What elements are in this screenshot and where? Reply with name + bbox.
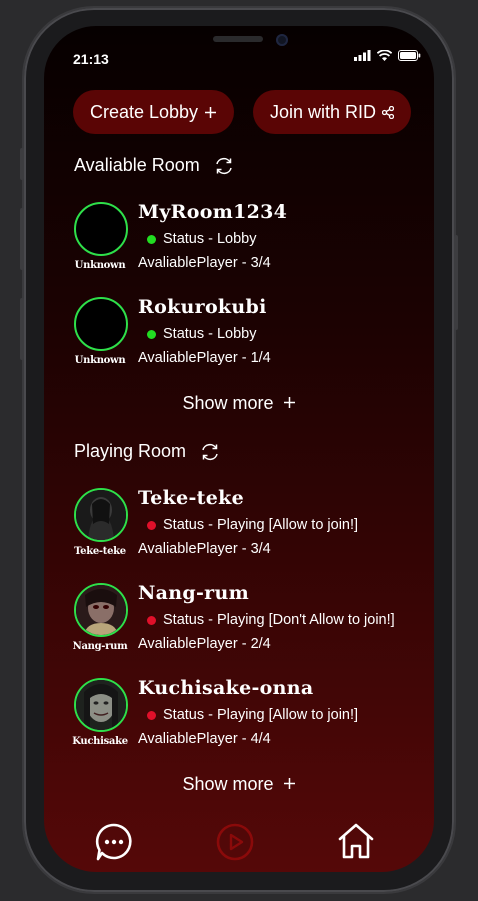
share-icon [382,105,395,119]
avatar-caption: Kuchisake [72,736,128,747]
kuchisake-avatar [74,678,128,732]
playing-status-dot [147,615,156,625]
room-card[interactable]: Nang-rum Nang-rum Status - Playing [Don'… [73,582,443,663]
front-camera [276,34,288,46]
status-icons [354,50,421,61]
room-avatar [74,202,128,256]
refresh-icon[interactable] [214,157,234,175]
playing-room-heading: Playing Room [74,441,220,462]
room-status-text: Status - Playing [Allow to join!] [163,517,359,533]
room-name: Teke-teke [138,487,245,509]
ghost-portrait [76,490,126,540]
room-card[interactable]: Teke-teke Teke-teke Status - Playing [Al… [73,487,443,568]
room-card[interactable]: Unknown MyRoom1234 Status - Lobby Avalia… [73,201,443,282]
teke-teke-avatar [74,488,128,542]
avatar-caption: Teke-teke [74,546,126,557]
room-status: Status - Playing [Don't Allow to join!] [147,612,395,628]
room-name: MyRoom1234 [138,201,288,223]
room-players: AvaliablePlayer - 1/4 [138,350,271,366]
show-more-label: Show more [182,393,274,413]
room-status: Status - Lobby [147,326,257,342]
speaker-grille [213,36,263,42]
wifi-icon [377,50,392,61]
home-icon[interactable] [336,821,376,861]
ghost-portrait [76,585,126,635]
room-status-text: Status - Playing [Don't Allow to join!] [163,612,395,628]
room-status: Status - Playing [Allow to join!] [147,707,358,723]
available-room-title: Avaliable Room [74,155,200,175]
avatar-caption: Unknown [74,260,126,271]
power-button [454,235,458,330]
volume-up-button [20,208,24,270]
room-players: AvaliablePlayer - 4/4 [138,731,271,747]
room-status-text: Status - Playing [Allow to join!] [163,707,359,723]
available-show-more-button[interactable]: Show more [0,393,478,414]
refresh-icon[interactable] [200,443,220,461]
room-status-text: Status - Lobby [163,231,257,247]
room-name: Kuchisake-onna [138,677,314,699]
playing-status-dot [147,520,156,530]
available-room-heading: Avaliable Room [74,155,234,176]
avatar-caption: Unknown [74,355,126,366]
room-card[interactable]: Unknown Rokurokubi Status - Lobby Avalia… [73,296,443,377]
status-time: 21:13 [73,51,109,67]
mute-switch [20,148,24,180]
room-name: Nang-rum [138,582,249,604]
lobby-status-dot [147,329,156,339]
avatar-caption: Nang-rum [72,641,128,652]
plus-icon [205,106,217,118]
playing-room-title: Playing Room [74,441,187,461]
join-with-rid-label: Join with RID [269,101,377,122]
show-more-label: Show more [182,774,274,794]
room-avatar [74,297,128,351]
join-with-rid-button[interactable]: Join with RID [253,90,411,134]
lobby-status-dot [147,234,156,244]
room-card[interactable]: Kuchisake Kuchisake-onna Status - Playin… [72,677,443,758]
room-status: Status - Playing [Allow to join!] [147,517,358,533]
room-players: AvaliablePlayer - 3/4 [138,541,271,557]
volume-down-button [20,298,24,360]
plus-icon [283,778,295,789]
room-players: AvaliablePlayer - 3/4 [138,255,271,271]
room-status-text: Status - Lobby [163,326,257,342]
ghost-portrait [76,680,126,730]
playing-status-dot [147,710,156,720]
signal-icon [354,50,371,61]
chat-icon[interactable] [94,822,134,862]
playing-show-more-button[interactable]: Show more [0,774,478,795]
room-status: Status - Lobby [147,231,257,247]
play-icon[interactable] [215,822,255,862]
room-players: AvaliablePlayer - 2/4 [138,636,271,652]
create-lobby-label: Create Lobby [89,101,199,122]
nang-rum-avatar [74,583,128,637]
create-lobby-button[interactable]: Create Lobby [73,90,234,134]
battery-icon [398,50,421,61]
room-name: Rokurokubi [138,296,267,318]
plus-icon [283,397,295,408]
